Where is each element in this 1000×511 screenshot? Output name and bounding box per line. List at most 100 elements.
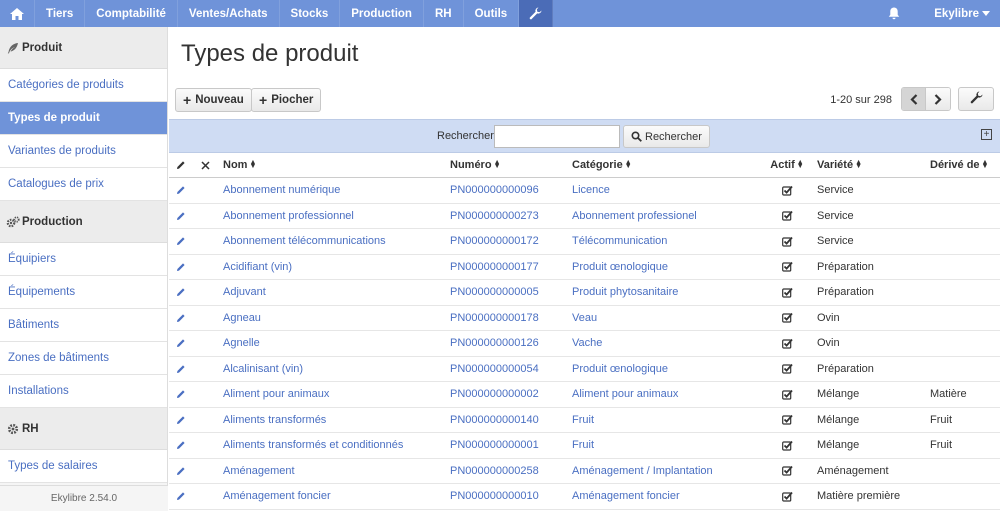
product-type-name-link[interactable]: Abonnement professionnel [223, 210, 354, 222]
sidebar-item-variantes-produits[interactable]: Variantes de produits [0, 135, 167, 168]
product-type-name-link[interactable]: Aménagement foncier [223, 490, 331, 502]
product-type-number-link[interactable]: PN000000000178 [450, 312, 539, 324]
table-row[interactable]: Aliment pour animaux PN000000000002 Alimen… [169, 382, 1000, 408]
sidebar-item-categories-produits[interactable]: Catégories de produits [0, 69, 167, 102]
sidebar-item-batiments[interactable]: Bâtiments [0, 309, 167, 342]
edit-pencil-icon[interactable] [175, 331, 187, 356]
product-category-link[interactable]: Aménagement / Implantation [572, 465, 713, 477]
sidebar-item-types-produit[interactable]: Types de produit [0, 102, 167, 135]
product-type-name-link[interactable]: Abonnement télécommunications [223, 235, 386, 247]
search-button[interactable]: Rechercher [623, 125, 710, 148]
product-type-number-link[interactable]: PN000000000258 [450, 465, 539, 477]
sidebar-item-types-salaires[interactable]: Types de salaires [0, 450, 167, 483]
edit-pencil-icon[interactable] [175, 178, 187, 203]
table-row[interactable]: Abonnement télécommunications PN000000000… [169, 229, 1000, 255]
pick-button[interactable]: + Piocher [251, 88, 322, 112]
edit-pencil-icon[interactable] [175, 408, 187, 433]
sidebar-item-equipiers[interactable]: Équipiers [0, 243, 167, 276]
table-row[interactable]: Adjuvant PN000000000005 Produit phytosanit… [169, 280, 1000, 306]
product-category-link[interactable]: Fruit [572, 439, 594, 451]
product-type-name-link[interactable]: Aliments transformés [223, 414, 326, 426]
product-type-name-link[interactable]: Agneau [223, 312, 261, 324]
edit-pencil-icon[interactable] [175, 459, 187, 484]
nav-production[interactable]: Production [340, 0, 424, 27]
edit-pencil-icon[interactable] [175, 255, 187, 280]
nav-tiers[interactable]: Tiers [35, 0, 86, 27]
product-category-link[interactable]: Licence [572, 184, 610, 196]
nav-ventes-achats[interactable]: Ventes/Achats [178, 0, 280, 27]
product-type-name-link[interactable]: Aliments transformés et conditionnés [223, 439, 403, 451]
column-header-variety[interactable]: Variété ▲ ▼ [817, 153, 862, 177]
nav-stocks[interactable]: Stocks [280, 0, 341, 27]
product-type-number-link[interactable]: PN000000000172 [450, 235, 539, 247]
product-type-number-link[interactable]: PN000000000010 [450, 490, 539, 502]
column-header-number[interactable]: Numéro ▲ ▼ [450, 153, 501, 177]
list-settings-button[interactable] [958, 87, 994, 111]
column-header-derived[interactable]: Dérivé de ▲ ▼ [930, 153, 988, 177]
edit-pencil-icon[interactable] [175, 204, 187, 229]
product-type-name-link[interactable]: Aménagement [223, 465, 295, 477]
product-category-link[interactable]: Fruit [572, 414, 594, 426]
table-row[interactable]: Aménagement PN000000000258 Aménagement / I… [169, 459, 1000, 484]
product-category-link[interactable]: Vache [572, 337, 602, 349]
product-category-link[interactable]: Télécommunication [572, 235, 667, 247]
column-header-category[interactable]: Catégorie ▲ ▼ [572, 153, 632, 177]
product-category-link[interactable]: Produit phytosanitaire [572, 286, 678, 298]
table-row[interactable]: Abonnement professionnel PN000000000273 Ab… [169, 204, 1000, 229]
edit-pencil-icon[interactable] [175, 357, 187, 382]
search-input[interactable] [494, 125, 620, 148]
column-header-name[interactable]: Nom ▲ ▼ [223, 153, 256, 177]
product-type-name-link[interactable]: Agnelle [223, 337, 260, 349]
edit-pencil-icon[interactable] [175, 306, 187, 331]
product-type-name-link[interactable]: Adjuvant [223, 286, 266, 298]
product-type-number-link[interactable]: PN000000000140 [450, 414, 539, 426]
expand-search-icon[interactable]: + [981, 129, 992, 140]
product-category-link[interactable]: Veau [572, 312, 597, 324]
column-header-active[interactable]: Actif ▲ ▼ [769, 153, 805, 177]
product-type-number-link[interactable]: PN000000000054 [450, 363, 539, 375]
product-type-name-link[interactable]: Alcalinisant (vin) [223, 363, 303, 375]
product-category-link[interactable]: Produit œnologique [572, 363, 668, 375]
product-category-link[interactable]: Aménagement foncier [572, 490, 680, 502]
product-type-number-link[interactable]: PN000000000005 [450, 286, 539, 298]
table-row[interactable]: Aliments transformés PN000000000140 Fruit M… [169, 408, 1000, 433]
table-row[interactable]: Agneau PN000000000178 Veau Ovin [169, 306, 1000, 331]
product-type-number-link[interactable]: PN000000000273 [450, 210, 539, 222]
product-type-number-link[interactable]: PN000000000096 [450, 184, 539, 196]
table-row[interactable]: Alcalinisant (vin) PN000000000054 Produit … [169, 357, 1000, 382]
product-type-number-link[interactable]: PN000000000126 [450, 337, 539, 349]
chevron-right-icon[interactable] [926, 88, 950, 110]
nav-rh[interactable]: RH [424, 0, 464, 27]
home-icon[interactable] [0, 0, 35, 27]
product-category-link[interactable]: Aliment pour animaux [572, 388, 678, 400]
sidebar-item-catalogues-prix[interactable]: Catalogues de prix [0, 168, 167, 201]
product-category-link[interactable]: Abonnement professionel [572, 210, 697, 222]
sidebar-item-equipements[interactable]: Équipements [0, 276, 167, 309]
edit-pencil-icon[interactable] [175, 484, 187, 509]
chevron-left-icon[interactable] [902, 88, 926, 110]
edit-pencil-icon[interactable] [175, 280, 187, 305]
sidebar-item-zones-batiments[interactable]: Zones de bâtiments [0, 342, 167, 375]
product-type-number-link[interactable]: PN000000000002 [450, 388, 539, 400]
product-category-link[interactable]: Produit œnologique [572, 261, 668, 273]
product-type-name-link[interactable]: Aliment pour animaux [223, 388, 329, 400]
nav-comptabilite[interactable]: Comptabilité [85, 0, 178, 27]
product-type-number-link[interactable]: PN000000000177 [450, 261, 539, 273]
edit-pencil-icon[interactable] [175, 382, 187, 407]
table-row[interactable]: Acidifiant (vin) PN000000000177 Produit œn… [169, 255, 1000, 280]
product-type-name-link[interactable]: Acidifiant (vin) [223, 261, 292, 273]
wrench-icon[interactable] [519, 0, 554, 27]
user-menu[interactable]: Ekylibre [916, 0, 1000, 27]
nav-outils[interactable]: Outils [464, 0, 520, 27]
table-row[interactable]: Abonnement numérique PN000000000096 Licenc… [169, 178, 1000, 204]
product-type-name-link[interactable]: Abonnement numérique [223, 184, 340, 196]
edit-pencil-icon[interactable] [175, 433, 187, 458]
table-row[interactable]: Aménagement foncier PN000000000010 Aménage… [169, 484, 1000, 510]
new-button[interactable]: + Nouveau [175, 88, 252, 112]
sidebar-item-installations[interactable]: Installations [0, 375, 167, 408]
product-type-number-link[interactable]: PN000000000001 [450, 439, 539, 451]
bell-icon[interactable] [872, 0, 916, 27]
table-row[interactable]: Aliments transformés et conditionnés PN00… [169, 433, 1000, 459]
table-row[interactable]: Agnelle PN000000000126 Vache Ovin [169, 331, 1000, 357]
edit-pencil-icon[interactable] [175, 229, 187, 254]
